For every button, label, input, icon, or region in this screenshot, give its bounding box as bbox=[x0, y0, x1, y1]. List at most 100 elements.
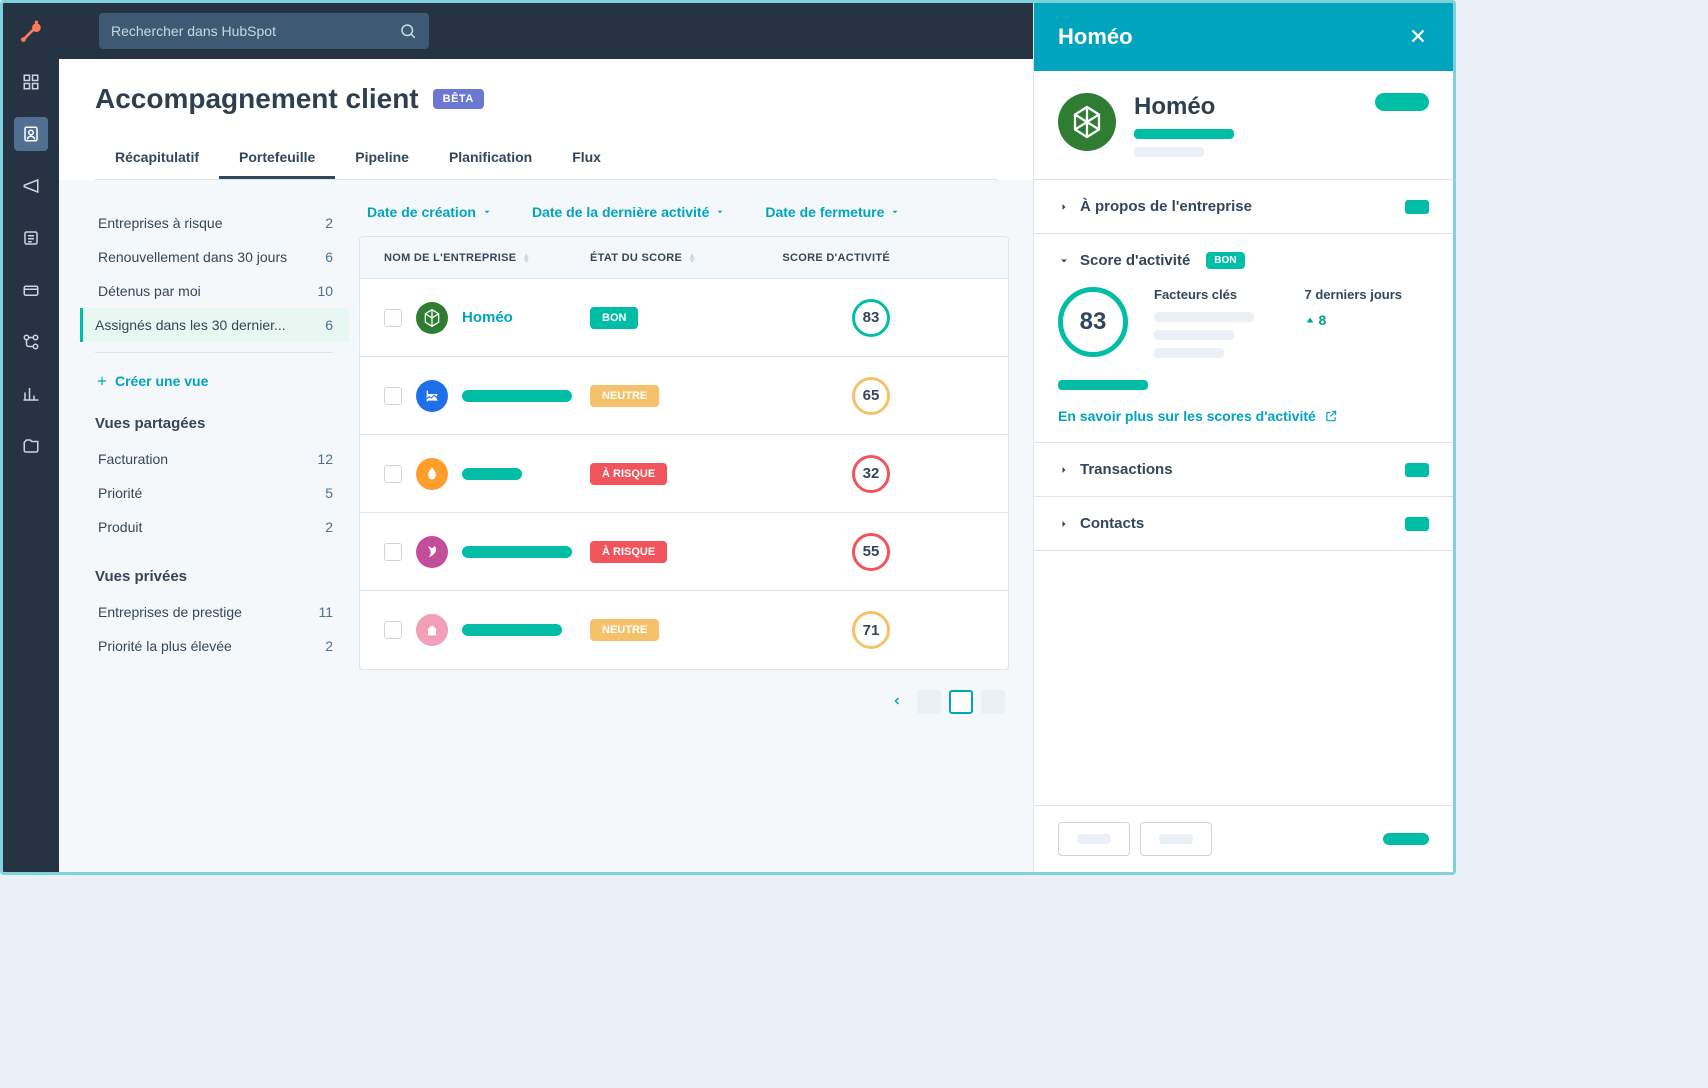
company-name-placeholder bbox=[462, 468, 522, 480]
create-view-button[interactable]: Créer une vue bbox=[95, 367, 349, 391]
section-title-text: Contacts bbox=[1080, 515, 1144, 532]
view-label: Facturation bbox=[98, 451, 168, 467]
tab-portfolio[interactable]: Portefeuille bbox=[219, 137, 335, 179]
filter-close-date[interactable]: Date de fermeture bbox=[765, 204, 900, 220]
company-table: NOM DE L'ENTREPRISE▲▼ ÉTAT DU SCORE▲▼ SC… bbox=[359, 236, 1009, 670]
nav-workflows-icon[interactable] bbox=[14, 325, 48, 359]
table-row[interactable]: Homéo BON 83 bbox=[360, 279, 1008, 357]
view-renewal-30[interactable]: Renouvellement dans 30 jours6 bbox=[95, 240, 349, 274]
section-activity-toggle[interactable]: Score d'activité BON bbox=[1058, 252, 1429, 269]
activity-score-ring: 83 bbox=[852, 299, 890, 337]
close-button[interactable] bbox=[1407, 25, 1429, 50]
view-label: Entreprises à risque bbox=[98, 215, 223, 231]
table-row[interactable]: NEUTRE 71 bbox=[360, 591, 1008, 669]
row-checkbox[interactable] bbox=[384, 543, 402, 561]
view-count: 6 bbox=[325, 317, 333, 333]
panel-hero: Homéo bbox=[1034, 71, 1453, 180]
view-prestige[interactable]: Entreprises de prestige 11 bbox=[95, 595, 349, 629]
view-assigned-30[interactable]: Assignés dans les 30 dernier...6 bbox=[80, 308, 349, 342]
trend-label: 7 derniers jours bbox=[1305, 287, 1430, 302]
placeholder-bar bbox=[1154, 330, 1234, 340]
footer-button-1[interactable] bbox=[1058, 822, 1130, 856]
chevron-down-icon bbox=[482, 207, 492, 217]
th-activity-score[interactable]: SCORE D'ACTIVITÉ bbox=[750, 252, 900, 264]
th-company-name[interactable]: NOM DE L'ENTREPRISE▲▼ bbox=[360, 252, 590, 264]
tab-recap[interactable]: Récapitulatif bbox=[95, 137, 219, 179]
action-pill[interactable] bbox=[1375, 93, 1429, 111]
nav-contacts-icon[interactable] bbox=[14, 117, 48, 151]
chevron-down-icon bbox=[1058, 255, 1070, 267]
topbar bbox=[59, 3, 1033, 59]
view-count: 11 bbox=[318, 604, 333, 620]
section-transactions: Transactions bbox=[1034, 443, 1453, 497]
activity-score-badge: BON bbox=[1206, 252, 1244, 269]
filter-create-date[interactable]: Date de création bbox=[367, 204, 492, 220]
activity-score-ring: 55 bbox=[852, 533, 890, 571]
nav-files-icon[interactable] bbox=[14, 429, 48, 463]
view-label: Renouvellement dans 30 jours bbox=[98, 249, 287, 265]
placeholder-bar bbox=[1134, 147, 1204, 157]
footer-button-2[interactable] bbox=[1140, 822, 1212, 856]
table-row[interactable]: À RISQUE 55 bbox=[360, 513, 1008, 591]
search-input[interactable] bbox=[111, 23, 399, 39]
row-checkbox[interactable] bbox=[384, 387, 402, 405]
row-checkbox[interactable] bbox=[384, 309, 402, 327]
tab-pipeline[interactable]: Pipeline bbox=[335, 137, 429, 179]
view-count: 10 bbox=[317, 283, 333, 299]
page-2[interactable] bbox=[949, 690, 973, 714]
nav-dashboard-icon[interactable] bbox=[14, 65, 48, 99]
chevron-down-icon bbox=[715, 207, 725, 217]
section-about-toggle[interactable]: À propos de l'entreprise bbox=[1058, 198, 1429, 215]
polyhedron-icon bbox=[1069, 104, 1105, 140]
page-1[interactable] bbox=[917, 690, 941, 714]
view-at-risk[interactable]: Entreprises à risque2 bbox=[95, 206, 349, 240]
table-row[interactable]: À RISQUE 32 bbox=[360, 435, 1008, 513]
row-checkbox[interactable] bbox=[384, 465, 402, 483]
view-owned-by-me[interactable]: Détenus par moi10 bbox=[95, 274, 349, 308]
external-link-icon bbox=[1324, 409, 1338, 423]
nav-reports-icon[interactable] bbox=[14, 377, 48, 411]
placeholder-bar bbox=[1058, 380, 1148, 390]
learn-more-link[interactable]: En savoir plus sur les scores d'activité bbox=[1058, 408, 1338, 424]
company-side-panel: Homéo Homéo À propos de l'en bbox=[1033, 3, 1453, 872]
section-contacts-toggle[interactable]: Contacts bbox=[1058, 515, 1429, 532]
company-icon bbox=[416, 302, 448, 334]
nav-marketing-icon[interactable] bbox=[14, 169, 48, 203]
nav-content-icon[interactable] bbox=[14, 221, 48, 255]
tab-planning[interactable]: Planification bbox=[429, 137, 552, 179]
company-name-placeholder bbox=[462, 390, 572, 402]
tab-flux[interactable]: Flux bbox=[552, 137, 621, 179]
company-name-link[interactable]: Homéo bbox=[462, 309, 513, 326]
section-about: À propos de l'entreprise bbox=[1034, 180, 1453, 234]
nav-commerce-icon[interactable] bbox=[14, 273, 48, 307]
table-row[interactable]: NEUTRE 65 bbox=[360, 357, 1008, 435]
hubspot-logo[interactable] bbox=[16, 17, 46, 47]
view-billing[interactable]: Facturation12 bbox=[95, 442, 349, 476]
section-title-text: À propos de l'entreprise bbox=[1080, 198, 1252, 215]
search-box[interactable] bbox=[99, 13, 429, 49]
section-contacts: Contacts bbox=[1034, 497, 1453, 551]
placeholder-bar bbox=[1154, 312, 1254, 322]
score-status-badge: BON bbox=[590, 307, 638, 329]
footer-action[interactable] bbox=[1383, 833, 1429, 845]
view-highest-priority[interactable]: Priorité la plus élevée2 bbox=[95, 629, 349, 663]
section-title-text: Transactions bbox=[1080, 461, 1173, 478]
section-transactions-toggle[interactable]: Transactions bbox=[1058, 461, 1429, 478]
company-name-placeholder bbox=[462, 546, 572, 558]
filter-label: Date de fermeture bbox=[765, 204, 884, 220]
sort-icon: ▲▼ bbox=[522, 253, 530, 263]
view-priority[interactable]: Priorité5 bbox=[95, 476, 349, 510]
prev-page[interactable] bbox=[885, 694, 909, 710]
private-views-heading: Vues privées bbox=[95, 568, 349, 585]
chevron-right-icon bbox=[1058, 518, 1070, 530]
row-checkbox[interactable] bbox=[384, 621, 402, 639]
page-3[interactable] bbox=[981, 690, 1005, 714]
filter-last-activity[interactable]: Date de la dernière activité bbox=[532, 204, 725, 220]
view-label: Entreprises de prestige bbox=[98, 604, 242, 620]
filter-label: Date de création bbox=[367, 204, 476, 220]
views-panel: Entreprises à risque2 Renouvellement dan… bbox=[59, 180, 349, 872]
view-product[interactable]: Produit2 bbox=[95, 510, 349, 544]
tabs: Récapitulatif Portefeuille Pipeline Plan… bbox=[95, 137, 997, 180]
divider bbox=[95, 352, 333, 353]
th-score-state[interactable]: ÉTAT DU SCORE▲▼ bbox=[590, 252, 750, 264]
